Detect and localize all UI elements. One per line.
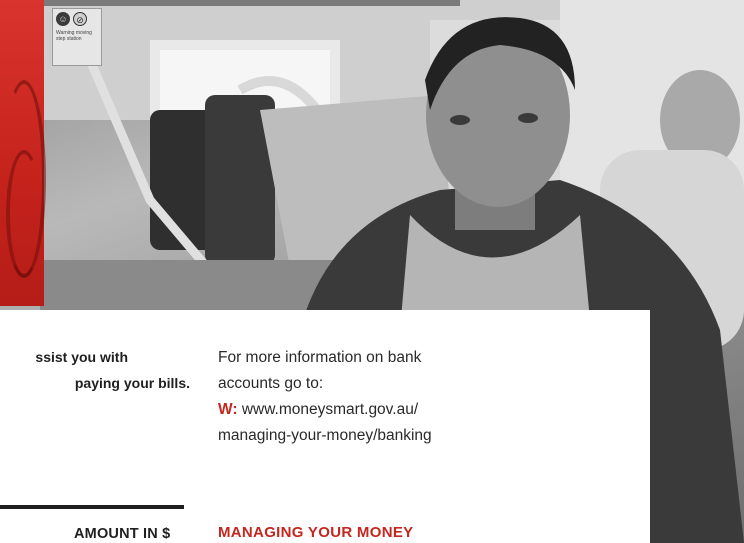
- web-link-line: W: www.moneysmart.gov.au/: [218, 397, 628, 423]
- swirl-pattern: [6, 150, 42, 278]
- table-header-rule: [0, 505, 184, 509]
- web-label: W:: [218, 401, 238, 418]
- no-smoking-icon: ⊘: [73, 12, 87, 26]
- left-column: ssist you with paying your bills.: [0, 344, 190, 396]
- left-text-line: ssist you with: [35, 349, 128, 365]
- section-heading: MANAGING YOUR MONEY: [218, 524, 414, 541]
- safety-sticker: ☺ ⊘ Warning moving step station: [52, 8, 102, 66]
- sticker-text: Warning moving step station: [56, 30, 92, 42]
- right-column: For more information on bank accounts go…: [218, 345, 628, 449]
- info-text-line: For more information on bank: [218, 349, 422, 366]
- red-wall-panel: [0, 0, 46, 306]
- web-url[interactable]: www.moneysmart.gov.au/: [242, 401, 418, 418]
- person-icon: ☺: [56, 12, 70, 26]
- web-url-continued[interactable]: managing-your-money/banking: [218, 423, 628, 449]
- amount-column-header: AMOUNT IN $: [74, 526, 171, 542]
- info-text-line: accounts go to:: [218, 375, 324, 392]
- left-text-line: paying your bills.: [74, 375, 190, 391]
- content-card: ssist you with paying your bills. AMOUNT…: [0, 310, 650, 543]
